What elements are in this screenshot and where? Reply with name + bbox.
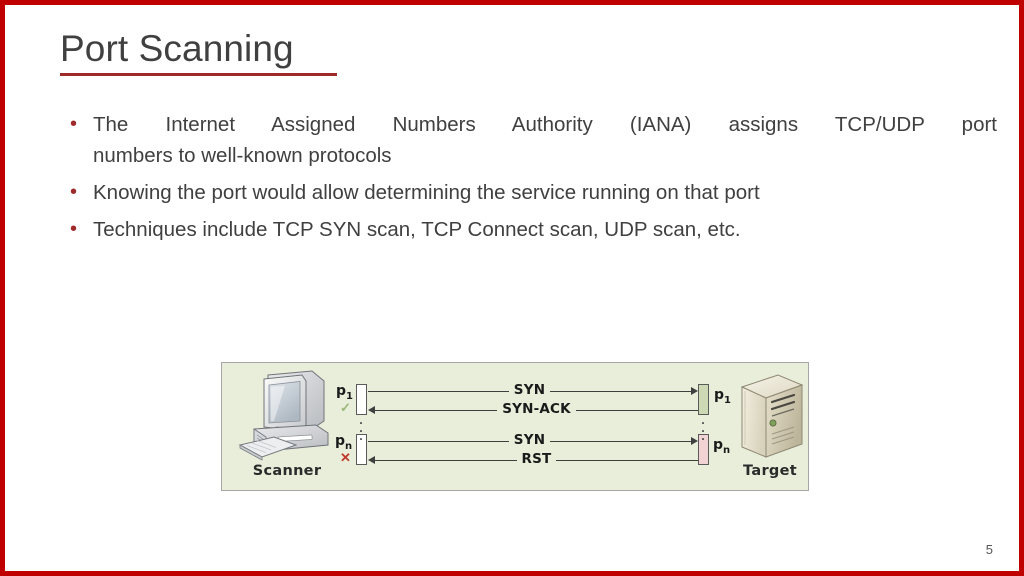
bullet-text-2: Knowing the port would allow determining… (93, 181, 760, 204)
bullet-text-1: The Internet Assigned Numbers Authority … (93, 109, 997, 171)
title-block: Port Scanning (60, 27, 760, 76)
arrowhead-right-icon (691, 437, 698, 445)
slide-number: 5 (985, 542, 993, 557)
arrow-line (550, 440, 691, 442)
scanner-label: Scanner (252, 463, 322, 479)
diagram-canvas: Scanner Target p1 pn p1 pn ✓ ✕ . . . . .… (222, 363, 808, 490)
scanner-port-label-p1: p1 (336, 383, 353, 402)
port-scan-diagram: Scanner Target p1 pn p1 pn ✓ ✕ . . . . .… (221, 362, 809, 491)
bullet-marker-icon: • (70, 181, 78, 203)
message-arrow-syn-2: SYN (368, 432, 698, 448)
arrowhead-left-icon (368, 406, 375, 414)
bullet-list: • The Internet Assigned Numbers Authorit… (67, 109, 997, 251)
target-port-label-pn: pn (713, 437, 731, 456)
bullet-marker-icon: • (70, 113, 78, 135)
arrow-line (375, 459, 517, 461)
bullet-marker-icon: • (70, 218, 78, 240)
message-label-rst: RST (521, 451, 552, 467)
message-arrow-rst: RST (368, 451, 698, 467)
target-server-icon (740, 374, 804, 458)
port-open-check-icon: ✓ (340, 400, 351, 415)
bullet-text-3: Techniques include TCP SYN scan, TCP Con… (93, 218, 741, 241)
target-port-label-p1: p1 (714, 387, 731, 406)
arrow-line (368, 440, 509, 442)
bullet-text-1-line2: numbers to well-known protocols (93, 144, 392, 167)
port-closed-cross-icon: ✕ (340, 450, 351, 465)
message-label-synack: SYN-ACK (502, 401, 571, 417)
target-ports-ellipsis-icon: ... (700, 410, 706, 444)
slide: Port Scanning • The Internet Assigned Nu… (0, 0, 1024, 576)
arrow-line (368, 390, 509, 392)
scanner-port-label-pn: pn (335, 433, 353, 452)
message-label-syn-1: SYN (513, 382, 546, 398)
arrow-line (375, 409, 498, 411)
arrow-line (575, 409, 698, 411)
bullet-item-3: • Techniques include TCP SYN scan, TCP C… (67, 214, 997, 245)
title-underline (60, 73, 337, 76)
scanner-computer-icon (238, 370, 329, 461)
bullet-item-1: • The Internet Assigned Numbers Authorit… (67, 109, 997, 171)
target-label: Target (743, 463, 797, 479)
arrowhead-left-icon (368, 456, 375, 464)
message-arrow-syn-1: SYN (368, 382, 698, 398)
arrow-line (556, 459, 698, 461)
message-label-syn-2: SYN (513, 432, 546, 448)
page-title: Port Scanning (60, 28, 294, 69)
bullet-text-1-line1: The Internet Assigned Numbers Authority … (93, 113, 997, 136)
bullet-item-2: • Knowing the port would allow determini… (67, 177, 997, 208)
arrowhead-right-icon (691, 387, 698, 395)
message-arrow-synack: SYN-ACK (368, 401, 698, 417)
arrow-line (550, 390, 691, 392)
scanner-ports-ellipsis-icon: ... (358, 410, 364, 444)
